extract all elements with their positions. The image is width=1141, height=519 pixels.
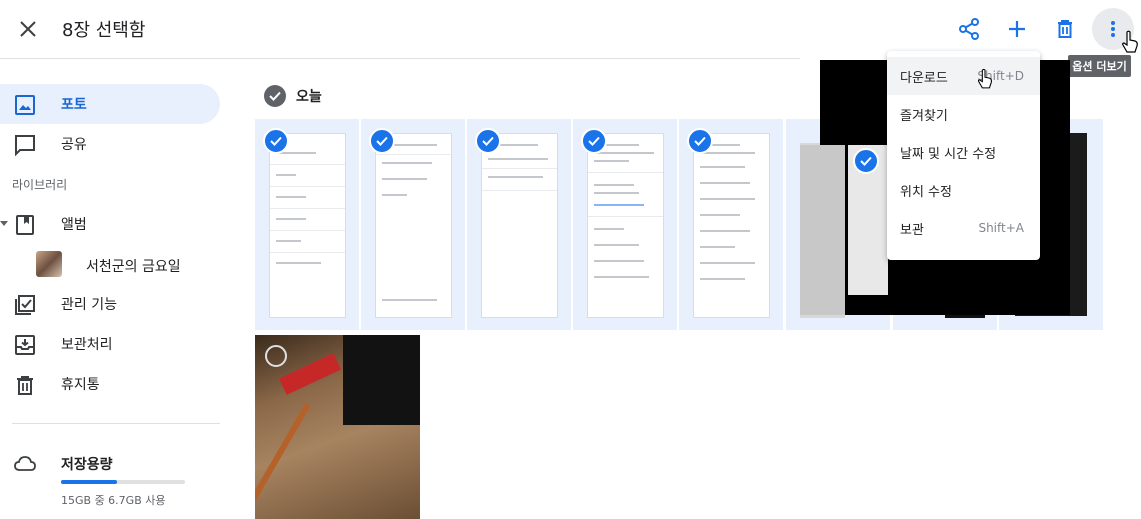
photo-thumbnail <box>481 133 558 318</box>
selected-check-icon[interactable] <box>581 128 607 154</box>
close-selection-button[interactable] <box>14 15 42 43</box>
hand-cursor-icon <box>977 68 992 89</box>
sidebar-item-albums[interactable]: 앨범 <box>0 204 220 244</box>
selection-count-title: 8장 선택함 <box>62 20 146 41</box>
photo-object <box>279 353 341 395</box>
delete-button[interactable] <box>1050 14 1080 44</box>
selected-check-icon[interactable] <box>475 128 501 154</box>
sidebar-item-label: 관리 기능 <box>61 297 117 313</box>
album-icon <box>16 215 34 235</box>
selected-check-icon[interactable] <box>369 128 395 154</box>
sidebar-item-sharing[interactable]: 공유 <box>0 124 220 164</box>
photo-tile[interactable] <box>679 119 783 330</box>
menu-item-label: 위치 수정 <box>900 184 952 200</box>
photo-tile[interactable] <box>255 335 420 519</box>
menu-item-archive[interactable]: 보관 Shift+A <box>887 209 1040 247</box>
menu-item-label: 즐겨찾기 <box>900 108 948 124</box>
unselected-radio-icon[interactable] <box>265 345 287 367</box>
photo-thumbnail <box>587 133 664 318</box>
photo-thumbnail <box>343 335 420 425</box>
photo-icon <box>15 95 35 115</box>
date-label: 오늘 <box>296 89 322 105</box>
sidebar-item-label: 보관처리 <box>61 337 113 353</box>
photo-tile[interactable] <box>361 119 465 330</box>
sidebar-item-trash[interactable]: 휴지통 <box>0 364 220 404</box>
chat-bubble-icon <box>15 135 35 156</box>
sidebar-item-utilities[interactable]: 관리 기능 <box>0 284 220 324</box>
hand-cursor-icon <box>1122 30 1138 53</box>
more-options-tooltip: 옵션 더보기 <box>1068 55 1131 77</box>
selected-check-icon[interactable] <box>263 128 289 154</box>
cloud-icon <box>14 456 36 471</box>
menu-item-shortcut: Shift+A <box>978 221 1024 235</box>
album-thumbnail[interactable] <box>36 251 62 277</box>
album-name-link[interactable]: 서천군의 금요일 <box>86 256 181 276</box>
selected-check-icon[interactable] <box>853 148 879 174</box>
top-bar: 8장 선택함 <box>0 0 1141 58</box>
trash-icon <box>17 376 33 395</box>
photo-thumbnail <box>693 133 770 318</box>
storage-progress-bar <box>61 480 185 484</box>
trash-icon <box>1058 20 1072 38</box>
sidebar-item-photos[interactable]: 포토 <box>0 84 220 124</box>
date-select-toggle[interactable] <box>264 85 286 107</box>
check-icon <box>269 91 281 101</box>
photo-thumbnail <box>800 145 845 315</box>
photo-object <box>255 402 311 519</box>
more-options-menu: 다운로드 Shift+D 즐겨찾기 날짜 및 시간 수정 위치 수정 보관 Sh… <box>887 51 1040 260</box>
close-icon <box>20 21 36 37</box>
photo-tile[interactable] <box>467 119 571 330</box>
date-group-header: 오늘 <box>264 85 322 107</box>
sidebar-divider <box>12 423 220 424</box>
more-vert-icon <box>1111 21 1115 37</box>
storage-label[interactable]: 저장용량 <box>61 454 113 474</box>
sidebar-item-label: 앨범 <box>61 217 87 233</box>
menu-item-edit-date-time[interactable]: 날짜 및 시간 수정 <box>887 133 1040 171</box>
photo-thumbnail <box>375 133 452 318</box>
storage-usage-text: 15GB 중 6.7GB 사용 <box>61 494 166 507</box>
sidebar-item-label: 공유 <box>61 137 87 153</box>
photo-tile[interactable] <box>255 119 359 330</box>
menu-item-label: 다운로드 <box>900 70 948 86</box>
menu-item-favorite[interactable]: 즐겨찾기 <box>887 95 1040 133</box>
selected-check-icon[interactable] <box>687 128 713 154</box>
add-button[interactable] <box>1002 14 1032 44</box>
sidebar-item-archive[interactable]: 보관처리 <box>0 324 220 364</box>
header-divider <box>0 58 800 59</box>
sidebar-item-label: 포토 <box>61 97 87 113</box>
menu-item-label: 날짜 및 시간 수정 <box>900 146 997 162</box>
plus-icon <box>1009 21 1025 37</box>
storage-progress-fill <box>61 480 117 484</box>
sidebar-item-label: 휴지통 <box>61 377 100 393</box>
archive-icon <box>15 335 35 355</box>
menu-item-download[interactable]: 다운로드 Shift+D <box>887 57 1040 95</box>
checklist-icon <box>15 295 35 315</box>
share-button[interactable] <box>954 14 984 44</box>
photo-tile[interactable] <box>573 119 677 330</box>
sidebar: 포토 공유 라이브러리 앨범 서천군의 금요일 관리 기능 보관처리 휴지통 저… <box>0 60 235 519</box>
photo-thumbnail <box>269 133 346 318</box>
menu-item-label: 보관 <box>900 222 924 238</box>
share-icon <box>959 18 979 40</box>
library-section-label: 라이브러리 <box>12 178 68 192</box>
menu-item-edit-location[interactable]: 위치 수정 <box>887 171 1040 209</box>
